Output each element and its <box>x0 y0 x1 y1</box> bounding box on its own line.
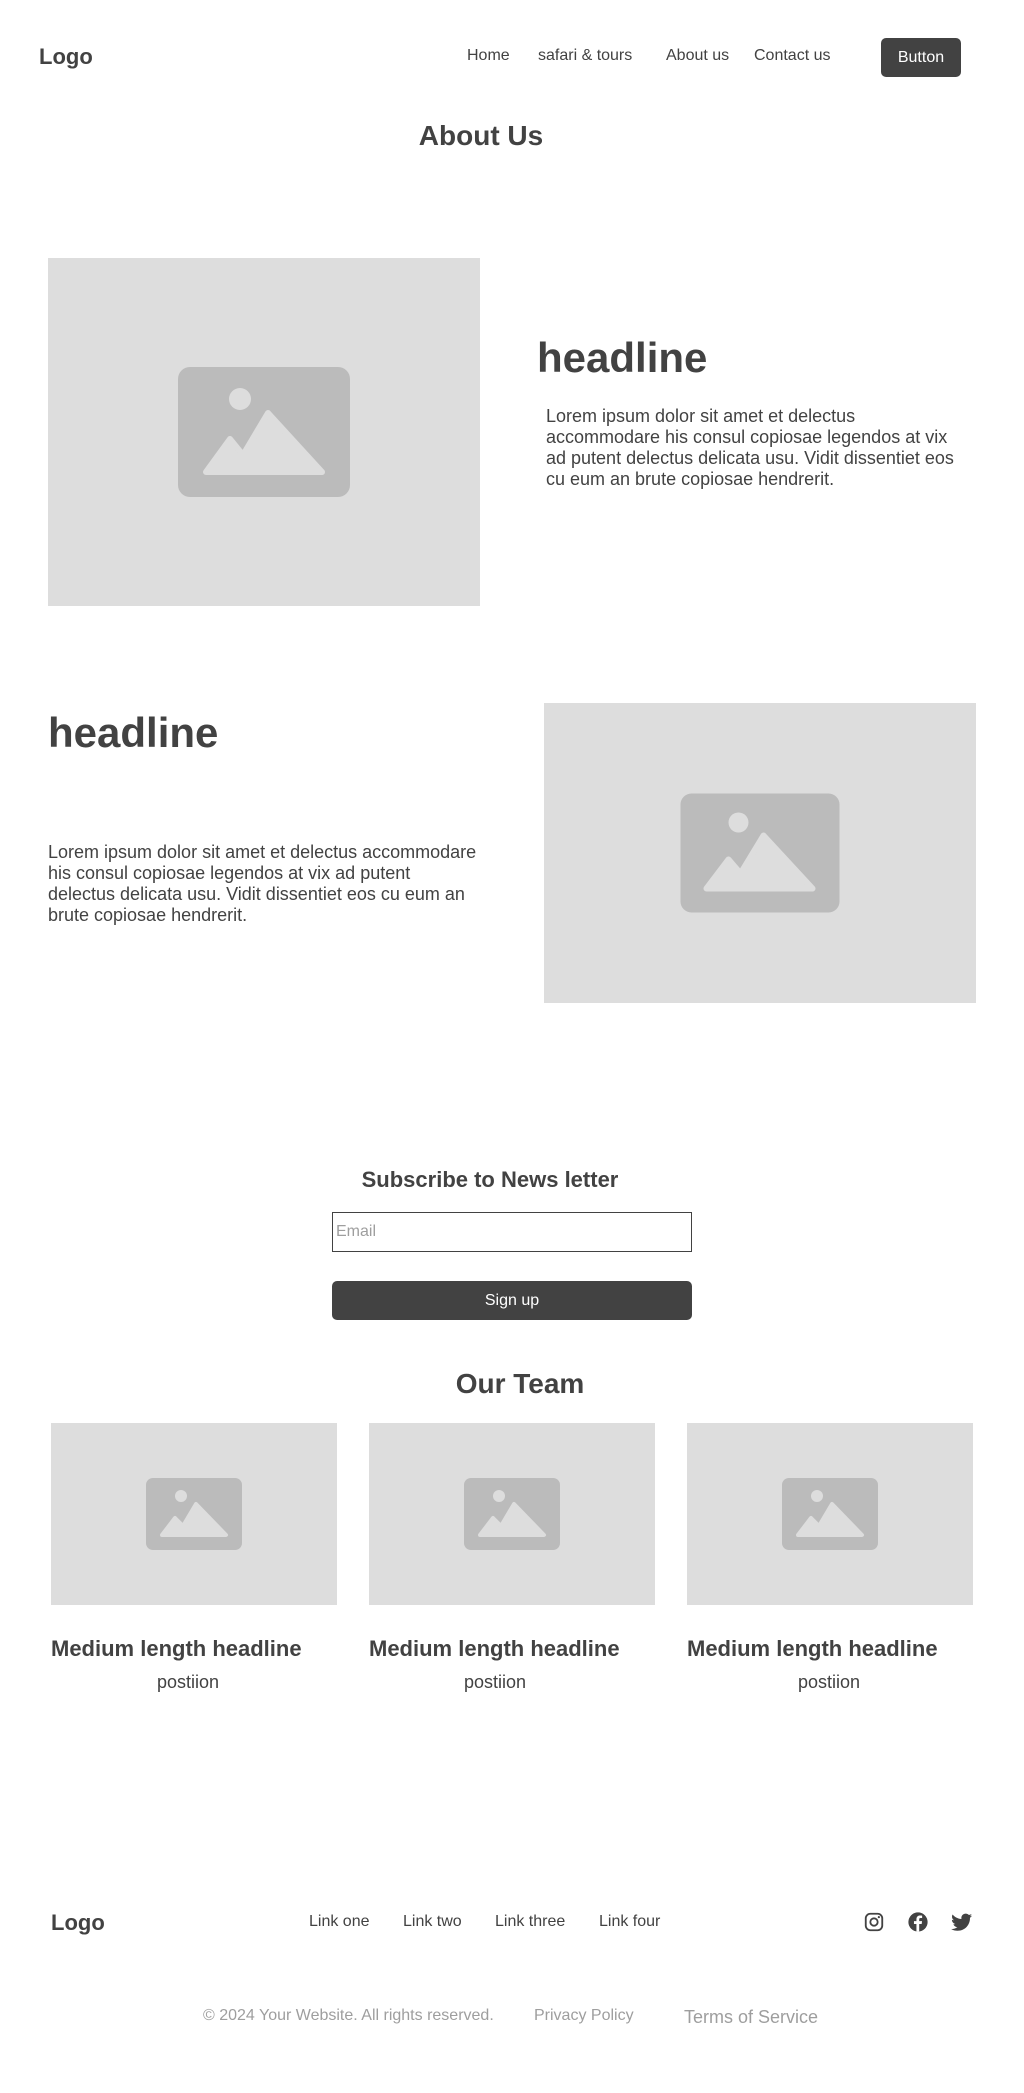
team-member-position: postiion <box>157 1672 220 1692</box>
footer-logo[interactable]: Logo <box>51 1910 105 1936</box>
header-button[interactable]: Button <box>881 38 961 77</box>
email-field[interactable] <box>332 1212 692 1252</box>
team-member-image <box>687 1423 973 1605</box>
section-one-image <box>48 258 480 606</box>
image-placeholder-icon <box>680 793 840 913</box>
instagram-icon[interactable] <box>863 1911 885 1933</box>
team-member-position: postiion <box>464 1672 527 1692</box>
image-placeholder-icon <box>146 1478 242 1550</box>
facebook-icon[interactable] <box>907 1911 929 1933</box>
page-title: About Us <box>418 120 544 151</box>
footer-link-four[interactable]: Link four <box>599 1913 660 1931</box>
team-member-image <box>51 1423 337 1605</box>
section-two-headline: headline <box>48 709 219 756</box>
signup-button[interactable]: Sign up <box>332 1281 692 1320</box>
nav-about-us[interactable]: About us <box>666 47 729 65</box>
copyright-text: © 2024 Your Website. All rights reserved… <box>203 2007 494 2024</box>
image-placeholder-icon <box>782 1478 878 1550</box>
team-member-headline: Medium length headline <box>369 1636 620 1661</box>
privacy-policy-link[interactable]: Privacy Policy <box>534 2007 634 2025</box>
nav-safari-tours[interactable]: safari & tours <box>538 47 632 65</box>
twitter-icon[interactable] <box>951 1911 973 1933</box>
site-header: Logo Home safari & tours About us Contac… <box>0 0 1024 110</box>
terms-of-service-link[interactable]: Terms of Service <box>684 2007 818 2028</box>
header-logo[interactable]: Logo <box>39 44 93 70</box>
team-member-headline: Medium length headline <box>51 1636 302 1661</box>
footer-link-three[interactable]: Link three <box>495 1913 565 1931</box>
section-two-body: Lorem ipsum dolor sit amet et delectus a… <box>48 842 477 925</box>
section-two-image <box>544 703 976 1003</box>
image-placeholder-icon <box>178 367 350 497</box>
team-title: Our Team <box>455 1368 585 1399</box>
section-one-headline: headline <box>537 334 708 381</box>
footer-link-one[interactable]: Link one <box>309 1913 370 1931</box>
footer-link-two[interactable]: Link two <box>403 1913 462 1931</box>
team-member-position: postiion <box>798 1672 861 1692</box>
image-placeholder-icon <box>464 1478 560 1550</box>
nav-contact-us[interactable]: Contact us <box>754 47 830 65</box>
team-member-headline: Medium length headline <box>687 1636 938 1661</box>
team-member-image <box>369 1423 655 1605</box>
newsletter-title: Subscribe to News letter <box>361 1167 619 1192</box>
section-one-body: Lorem ipsum dolor sit amet et delectus a… <box>546 406 954 489</box>
nav-home[interactable]: Home <box>467 47 510 65</box>
